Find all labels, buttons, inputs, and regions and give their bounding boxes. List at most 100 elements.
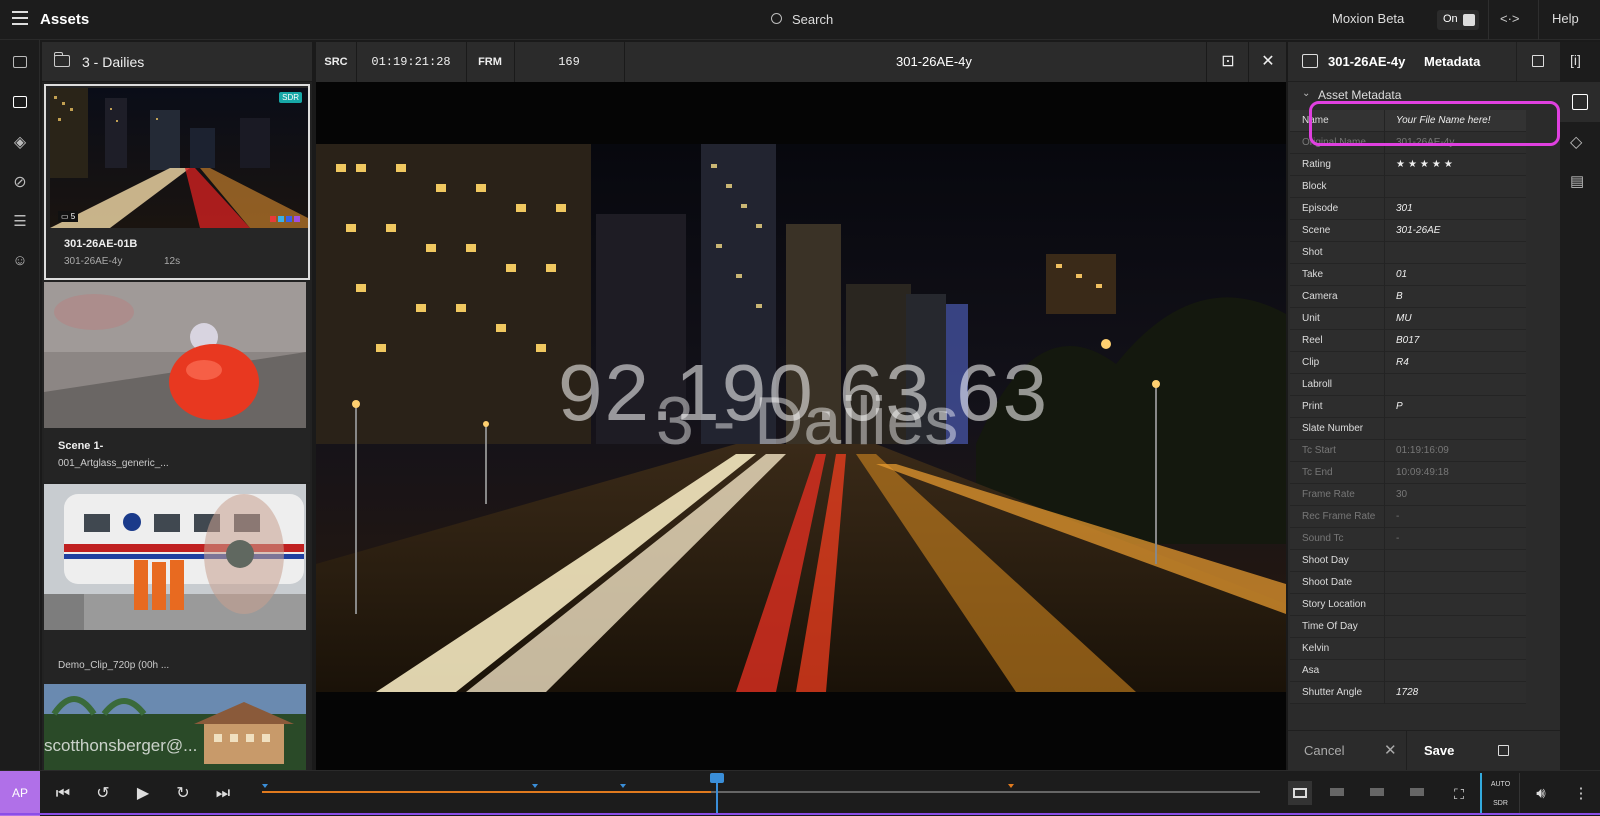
metadata-key: Tc End: [1302, 467, 1333, 478]
top-bar: Assets Search Moxion Beta On <·> Help: [0, 0, 1600, 40]
layout-right-icon[interactable]: [1408, 785, 1426, 799]
metadata-row[interactable]: Clip R4: [1290, 352, 1526, 374]
rewind-10-icon[interactable]: ↺: [92, 783, 114, 805]
asset-subtitle: 301-26AE-4y: [64, 256, 123, 267]
hamburger-menu-icon[interactable]: [12, 11, 28, 27]
metadata-row[interactable]: Asa: [1290, 660, 1526, 682]
user-settings-icon[interactable]: ☺: [10, 252, 30, 272]
metadata-row[interactable]: Frame Rate 30: [1290, 484, 1526, 506]
info-icon[interactable]: [i]: [1570, 52, 1590, 72]
divider: [1384, 418, 1385, 440]
open-external-icon[interactable]: [1516, 42, 1560, 82]
metadata-key: Shoot Date: [1302, 577, 1353, 588]
metadata-row[interactable]: Slate Number: [1290, 418, 1526, 440]
asset-card[interactable]: scotthonsberger@...: [44, 684, 310, 770]
metadata-value[interactable]: 10:09:49:18: [1396, 467, 1449, 478]
metadata-value[interactable]: 01:19:16:09: [1396, 445, 1449, 456]
layout-single-icon[interactable]: [1288, 781, 1312, 805]
metadata-row[interactable]: Shoot Date: [1290, 572, 1526, 594]
asset-card[interactable]: Scene 1- 001_Artglass_generic_...: [44, 282, 310, 482]
metadata-row[interactable]: Rec Frame Rate -: [1290, 506, 1526, 528]
fullscreen-icon[interactable]: ⛶: [1448, 783, 1470, 805]
more-options-icon[interactable]: ⋮: [1570, 783, 1592, 805]
close-icon[interactable]: ✕: [1250, 42, 1286, 82]
playlist-icon[interactable]: ☰: [10, 212, 30, 232]
code-icon[interactable]: <·>: [1500, 11, 1520, 26]
metadata-value[interactable]: B017: [1396, 335, 1419, 346]
metadata-value[interactable]: 01: [1396, 269, 1407, 280]
metadata-row[interactable]: Episode 301: [1290, 198, 1526, 220]
snapshot-icon[interactable]: ⊡: [1208, 42, 1248, 82]
metadata-row[interactable]: Shot: [1290, 242, 1526, 264]
metadata-row[interactable]: Time Of Day: [1290, 616, 1526, 638]
asset-card[interactable]: SDR ▭ 5 301-26AE-01B 301-26AE-4y 12s: [44, 84, 310, 280]
metadata-value[interactable]: P: [1396, 401, 1403, 412]
metadata-header: 301-26AE-4y Metadata: [1288, 42, 1560, 82]
rating-stars[interactable]: ★★★★★: [1396, 159, 1456, 170]
search-icon[interactable]: [771, 13, 782, 24]
metadata-key: Unit: [1302, 313, 1320, 324]
timeline-marker[interactable]: [262, 784, 268, 788]
skip-to-start-icon[interactable]: ⏮: [52, 783, 74, 805]
metadata-value[interactable]: 30: [1396, 489, 1407, 500]
src-timecode[interactable]: 01:19:21:28: [356, 42, 466, 82]
metadata-icon[interactable]: [1560, 82, 1600, 122]
layers-icon[interactable]: ◈: [10, 132, 30, 152]
link-icon[interactable]: ⊘: [10, 172, 30, 192]
metadata-row[interactable]: Sound Tc -: [1290, 528, 1526, 550]
asset-card[interactable]: Demo_Clip_720p (00h ...: [44, 484, 310, 684]
metadata-row[interactable]: Scene 301-26AE: [1290, 220, 1526, 242]
metadata-row[interactable]: Kelvin: [1290, 638, 1526, 660]
section-title[interactable]: Asset Metadata: [1318, 88, 1401, 102]
timeline-marker[interactable]: [620, 784, 626, 788]
comments-icon[interactable]: ▤: [1570, 172, 1590, 192]
metadata-row[interactable]: Unit MU: [1290, 308, 1526, 330]
metadata-value[interactable]: 301: [1396, 203, 1413, 214]
folder-header[interactable]: 3 - Dailies: [42, 42, 312, 82]
metadata-value[interactable]: -: [1396, 533, 1399, 544]
close-icon[interactable]: ✕: [1384, 741, 1397, 759]
help-button[interactable]: Help: [1552, 11, 1579, 26]
play-icon[interactable]: ▶: [132, 783, 154, 805]
metadata-value[interactable]: 301-26AE: [1396, 225, 1440, 236]
cancel-button[interactable]: Cancel: [1304, 743, 1344, 758]
metadata-row[interactable]: Rating ★★★★★: [1290, 154, 1526, 176]
metadata-value[interactable]: 1728: [1396, 687, 1418, 698]
assets-icon[interactable]: [10, 92, 30, 112]
search-button[interactable]: Search: [792, 12, 833, 27]
layout-left-icon[interactable]: [1328, 785, 1346, 799]
volume-icon[interactable]: 🔊︎: [1530, 783, 1552, 805]
metadata-row[interactable]: Print P: [1290, 396, 1526, 418]
metadata-row[interactable]: Camera B: [1290, 286, 1526, 308]
metadata-row[interactable]: Shoot Day: [1290, 550, 1526, 572]
skip-to-end-icon[interactable]: ⏭: [212, 783, 234, 805]
metadata-value[interactable]: R4: [1396, 357, 1409, 368]
metadata-value[interactable]: -: [1396, 511, 1399, 522]
tab-metadata[interactable]: Metadata: [1424, 54, 1480, 69]
metadata-row[interactable]: Take 01: [1290, 264, 1526, 286]
metadata-row[interactable]: Tc End 10:09:49:18: [1290, 462, 1526, 484]
tag-icon[interactable]: ◇: [1570, 132, 1590, 152]
beta-toggle[interactable]: On: [1437, 10, 1479, 30]
inbox-icon[interactable]: [10, 52, 30, 72]
hdr-mode-toggle[interactable]: AUTO SDR: [1480, 773, 1520, 813]
metadata-row[interactable]: Reel B017: [1290, 330, 1526, 352]
metadata-row[interactable]: Tc Start 01:19:16:09: [1290, 440, 1526, 462]
timeline-track[interactable]: [262, 791, 1260, 793]
metadata-row[interactable]: Block: [1290, 176, 1526, 198]
metadata-row[interactable]: Story Location: [1290, 594, 1526, 616]
timeline-marker[interactable]: [1008, 784, 1014, 788]
timeline-marker[interactable]: [532, 784, 538, 788]
avatar[interactable]: AP: [0, 771, 40, 816]
metadata-row[interactable]: Labroll: [1290, 374, 1526, 396]
chevron-down-icon[interactable]: ⌄: [1302, 88, 1310, 99]
layout-center-icon[interactable]: [1368, 785, 1386, 799]
frame-number[interactable]: 169: [514, 42, 624, 82]
metadata-value[interactable]: MU: [1396, 313, 1412, 324]
playhead[interactable]: [716, 774, 718, 814]
save-button[interactable]: Save: [1424, 743, 1454, 758]
forward-10-icon[interactable]: ↻: [172, 783, 194, 805]
save-icon[interactable]: [1498, 745, 1509, 756]
metadata-value[interactable]: B: [1396, 291, 1403, 302]
metadata-row[interactable]: Shutter Angle 1728: [1290, 682, 1526, 704]
